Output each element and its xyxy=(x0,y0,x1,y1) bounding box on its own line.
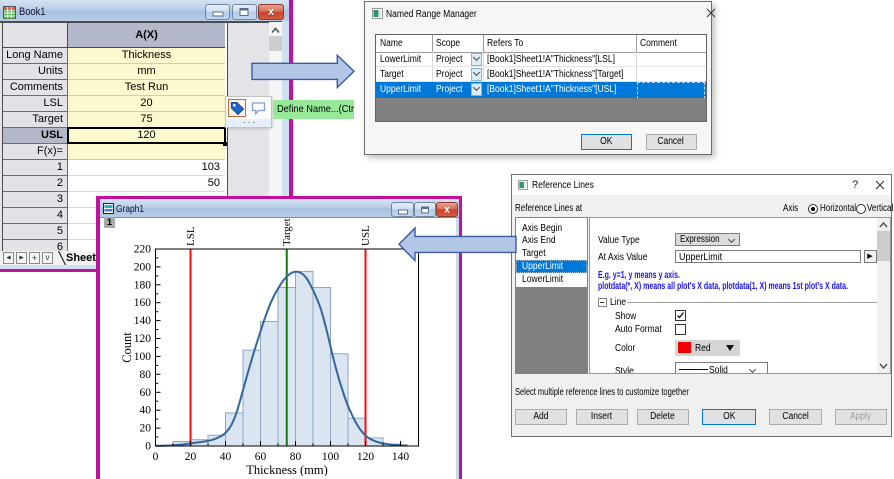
svg-text:120: 120 xyxy=(133,333,151,345)
svg-text:120: 120 xyxy=(356,451,374,463)
svg-text:80: 80 xyxy=(289,451,301,463)
svg-text:LSL: LSL xyxy=(185,226,197,246)
svg-text:200: 200 xyxy=(133,261,151,273)
svg-text:USL: USL xyxy=(360,224,372,245)
svg-text:40: 40 xyxy=(219,451,231,463)
svg-text:60: 60 xyxy=(139,386,151,398)
svg-text:0: 0 xyxy=(145,440,151,452)
svg-text:Count: Count xyxy=(120,331,134,362)
svg-text:180: 180 xyxy=(133,279,151,291)
svg-text:Thickness (mm): Thickness (mm) xyxy=(246,463,328,476)
svg-text:80: 80 xyxy=(139,368,151,380)
svg-text:220: 220 xyxy=(133,243,151,255)
svg-text:160: 160 xyxy=(133,297,151,309)
svg-text:20: 20 xyxy=(184,451,196,463)
svg-text:140: 140 xyxy=(391,451,409,463)
svg-text:20: 20 xyxy=(139,422,151,434)
svg-text:0: 0 xyxy=(152,451,158,463)
svg-text:40: 40 xyxy=(139,404,151,416)
svg-text:100: 100 xyxy=(321,451,339,463)
svg-text:60: 60 xyxy=(254,451,266,463)
svg-text:140: 140 xyxy=(133,315,151,327)
svg-text:100: 100 xyxy=(133,350,151,362)
svg-text:Target: Target xyxy=(281,218,293,246)
